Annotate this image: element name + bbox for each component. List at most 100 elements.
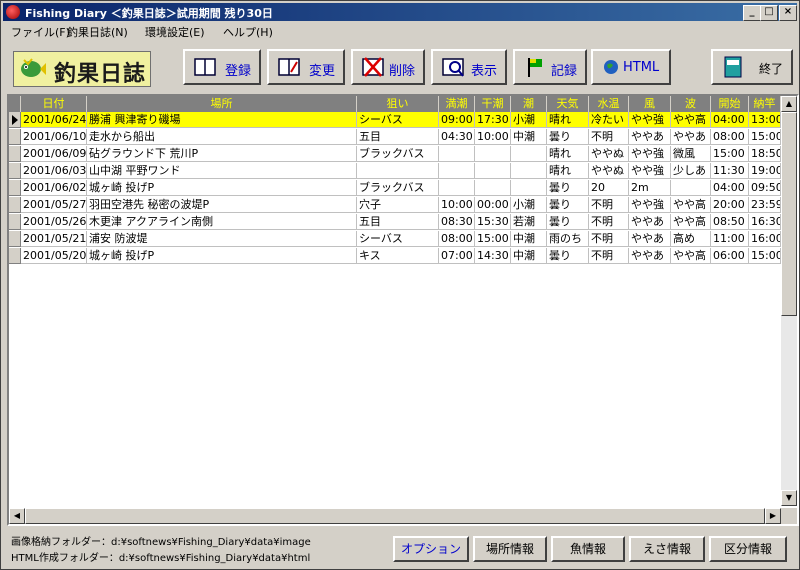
column-header-wave[interactable]: 波 bbox=[671, 96, 711, 112]
cell-low-tide[interactable]: 10:00 bbox=[475, 129, 511, 145]
cell-target[interactable]: 五目 bbox=[357, 129, 439, 145]
cell-tide[interactable] bbox=[511, 163, 547, 179]
cell-tide[interactable]: 若潮 bbox=[511, 214, 547, 230]
row-header[interactable] bbox=[9, 248, 21, 264]
cell-end[interactable]: 15:00 bbox=[749, 248, 781, 264]
cell-low-tide[interactable]: 14:30 bbox=[475, 248, 511, 264]
scroll-down-button[interactable]: ▼ bbox=[781, 490, 797, 506]
cell-start[interactable]: 04:00 bbox=[711, 112, 749, 128]
cell-high-tide[interactable]: 08:30 bbox=[439, 214, 475, 230]
cell-end[interactable]: 13:00 bbox=[749, 112, 781, 128]
cell-low-tide[interactable]: 15:30 bbox=[475, 214, 511, 230]
cell-wind[interactable]: やや強 bbox=[629, 163, 671, 179]
cell-weather[interactable]: 曇り bbox=[547, 129, 589, 145]
cell-end[interactable]: 09:50 bbox=[749, 180, 781, 196]
cell-high-tide[interactable] bbox=[439, 146, 475, 162]
cell-low-tide[interactable]: 15:00 bbox=[475, 231, 511, 247]
table-row[interactable]: 2001/06/10 走水から船出 五目 04:30 10:00 中潮 曇り 不明 ややあ ややあ… bbox=[9, 129, 781, 145]
cell-place[interactable]: 勝浦 興津寄り磯場 bbox=[87, 112, 357, 128]
cell-start[interactable]: 11:00 bbox=[711, 231, 749, 247]
menu-file[interactable]: ファイル(F) bbox=[11, 24, 70, 40]
cell-weather[interactable]: 晴れ bbox=[547, 163, 589, 179]
cell-end[interactable]: 16:30 bbox=[749, 214, 781, 230]
cell-end[interactable]: 15:00 bbox=[749, 129, 781, 145]
cell-start[interactable]: 06:00 bbox=[711, 248, 749, 264]
cell-tide[interactable]: 小潮 bbox=[511, 112, 547, 128]
column-header-target[interactable]: 狙い bbox=[357, 96, 439, 112]
maximize-button[interactable]: □ bbox=[760, 5, 778, 21]
cell-weather[interactable]: 晴れ bbox=[547, 146, 589, 162]
view-button[interactable]: 表示 bbox=[431, 49, 507, 85]
cell-weather[interactable]: 晴れ bbox=[547, 112, 589, 128]
menu-help[interactable]: ヘルプ(H) bbox=[223, 24, 273, 40]
cell-weather[interactable]: 曇り bbox=[547, 248, 589, 264]
column-header-place[interactable]: 場所 bbox=[87, 96, 357, 112]
cell-place[interactable]: 走水から船出 bbox=[87, 129, 357, 145]
table-row[interactable]: 2001/05/21 浦安 防波堤 シーバス 08:00 15:00 中潮 雨のち 不明 ややあ… bbox=[9, 231, 781, 247]
cell-high-tide[interactable]: 09:00 bbox=[439, 112, 475, 128]
cell-place[interactable]: 山中湖 平野ワンド bbox=[87, 163, 357, 179]
cell-wave[interactable]: 少しあ bbox=[671, 163, 711, 179]
bait-info-button[interactable]: えさ情報 bbox=[629, 536, 705, 562]
cell-wind[interactable]: ややあ bbox=[629, 214, 671, 230]
table-row[interactable]: 2001/05/20 城ヶ崎 投げP キス 07:00 14:30 中潮 曇り 不明 ややあ やや… bbox=[9, 248, 781, 264]
cell-weather[interactable]: 曇り bbox=[547, 197, 589, 213]
table-row[interactable]: 2001/06/09 砧グラウンド下 荒川P ブラックバス 晴れ ややぬ やや強 微風 15:… bbox=[9, 146, 781, 162]
exit-button[interactable]: 終了 bbox=[711, 49, 793, 85]
cell-high-tide[interactable]: 10:00 bbox=[439, 197, 475, 213]
cell-place[interactable]: 砧グラウンド下 荒川P bbox=[87, 146, 357, 162]
cell-low-tide[interactable]: 00:00 bbox=[475, 197, 511, 213]
cell-water-temp[interactable]: 不明 bbox=[589, 129, 629, 145]
cell-place[interactable]: 木更津 アクアライン南側 bbox=[87, 214, 357, 230]
cell-target[interactable]: キス bbox=[357, 248, 439, 264]
horizontal-scrollbar[interactable]: ◀ ▶ bbox=[9, 508, 781, 524]
cell-water-temp[interactable]: 不明 bbox=[589, 231, 629, 247]
cell-wind[interactable]: やや強 bbox=[629, 112, 671, 128]
cell-high-tide[interactable]: 07:00 bbox=[439, 248, 475, 264]
cell-tide[interactable]: 中潮 bbox=[511, 248, 547, 264]
cell-wave[interactable]: やや高 bbox=[671, 112, 711, 128]
cell-low-tide[interactable]: 17:30 bbox=[475, 112, 511, 128]
cell-high-tide[interactable] bbox=[439, 163, 475, 179]
cell-target[interactable]: 五目 bbox=[357, 214, 439, 230]
column-header-low-tide[interactable]: 干潮 bbox=[475, 96, 511, 112]
cell-target[interactable] bbox=[357, 163, 439, 179]
cell-wind[interactable]: ややあ bbox=[629, 129, 671, 145]
cell-date[interactable]: 2001/06/10 bbox=[21, 129, 87, 145]
cell-wind[interactable]: 2m bbox=[629, 180, 671, 196]
cell-end[interactable]: 23:59 bbox=[749, 197, 781, 213]
category-info-button[interactable]: 区分情報 bbox=[709, 536, 787, 562]
menu-diary[interactable]: 釣果日誌(N) bbox=[67, 24, 128, 40]
cell-date[interactable]: 2001/05/21 bbox=[21, 231, 87, 247]
column-header-high-tide[interactable]: 満潮 bbox=[439, 96, 475, 112]
cell-low-tide[interactable] bbox=[475, 163, 511, 179]
close-button[interactable]: × bbox=[779, 5, 797, 21]
cell-wave[interactable]: やや高 bbox=[671, 214, 711, 230]
cell-low-tide[interactable] bbox=[475, 146, 511, 162]
cell-tide[interactable]: 中潮 bbox=[511, 129, 547, 145]
cell-wind[interactable]: ややあ bbox=[629, 248, 671, 264]
table-row[interactable]: 2001/06/24 勝浦 興津寄り磯場 シーバス 09:00 17:30 小潮 晴れ 冷たい… bbox=[9, 112, 781, 128]
row-header[interactable] bbox=[9, 146, 21, 162]
cell-water-temp[interactable]: 不明 bbox=[589, 197, 629, 213]
cell-end[interactable]: 16:00 bbox=[749, 231, 781, 247]
cell-start[interactable]: 04:00 bbox=[711, 180, 749, 196]
cell-target[interactable]: ブラックバス bbox=[357, 180, 439, 196]
record-button[interactable]: 記録 bbox=[513, 49, 587, 85]
cell-date[interactable]: 2001/05/26 bbox=[21, 214, 87, 230]
cell-date[interactable]: 2001/06/09 bbox=[21, 146, 87, 162]
cell-wind[interactable]: やや強 bbox=[629, 197, 671, 213]
cell-low-tide[interactable] bbox=[475, 180, 511, 196]
cell-tide[interactable]: 中潮 bbox=[511, 231, 547, 247]
horizontal-scroll-thumb[interactable] bbox=[25, 508, 765, 524]
row-header[interactable] bbox=[9, 180, 21, 196]
cell-place[interactable]: 城ヶ崎 投げP bbox=[87, 180, 357, 196]
cell-water-temp[interactable]: 冷たい bbox=[589, 112, 629, 128]
cell-wave[interactable]: 微風 bbox=[671, 146, 711, 162]
cell-high-tide[interactable]: 04:30 bbox=[439, 129, 475, 145]
edit-button[interactable]: 変更 bbox=[267, 49, 345, 85]
scroll-up-button[interactable]: ▲ bbox=[781, 96, 797, 112]
row-header[interactable] bbox=[9, 214, 21, 230]
column-header-water-temp[interactable]: 水温 bbox=[589, 96, 629, 112]
cell-tide[interactable] bbox=[511, 146, 547, 162]
